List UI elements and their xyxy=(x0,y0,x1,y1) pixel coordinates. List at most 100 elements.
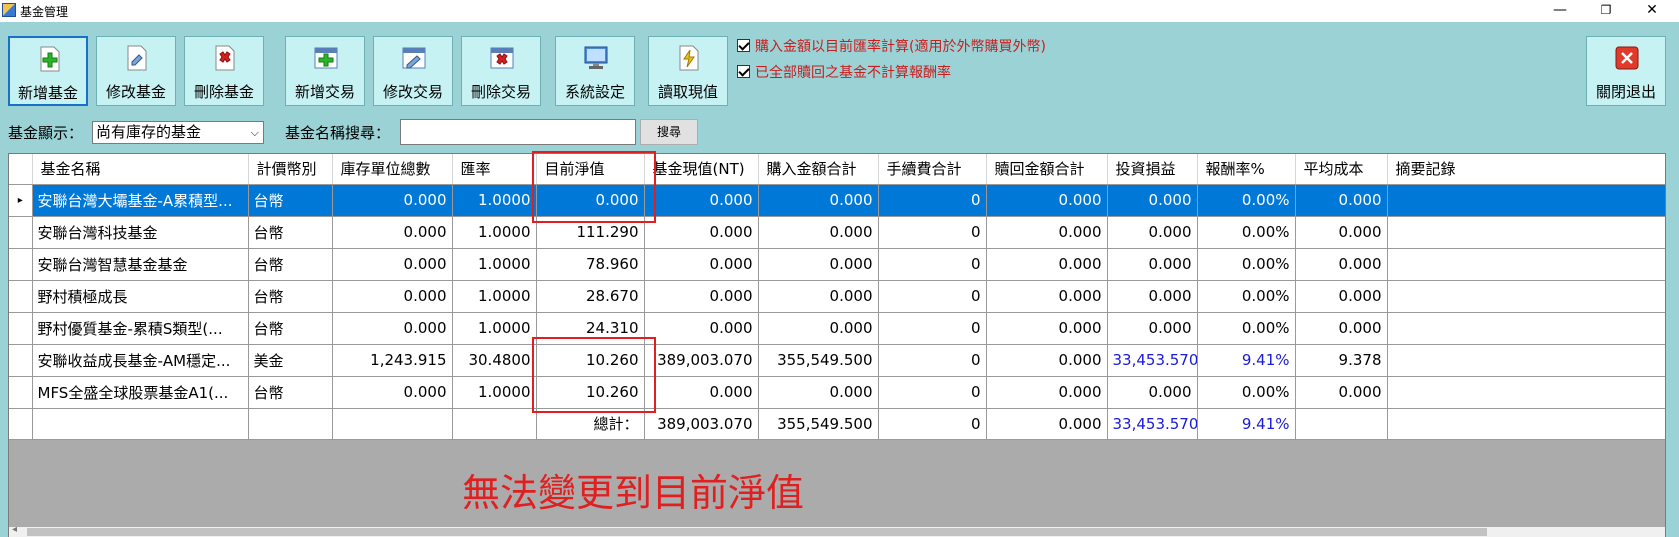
cell-redeem[interactable]: 0.000 xyxy=(986,344,1108,377)
checkbox-checked-icon[interactable] xyxy=(737,65,750,78)
cell-fx[interactable]: 1.0000 xyxy=(452,376,537,409)
cell-fx[interactable]: 1.0000 xyxy=(452,280,537,313)
maximize-button[interactable]: ❐ xyxy=(1583,0,1629,22)
cell-units[interactable]: 0.000 xyxy=(332,184,453,217)
checkbox-checked-icon[interactable] xyxy=(737,39,750,52)
cell-purchase[interactable]: 0.000 xyxy=(758,216,879,249)
column-header[interactable]: 投資損益 xyxy=(1107,154,1198,185)
table-row[interactable]: ▸ 安聯台灣大壩基金-A累積型... 台幣 0.000 1.0000 0.000 0.000… xyxy=(9,184,1665,217)
cell-redeem[interactable]: 0.000 xyxy=(986,376,1108,409)
cell-return[interactable]: 0.00% xyxy=(1197,280,1296,313)
cell-value-nt[interactable]: 0.000 xyxy=(644,312,759,345)
cell-memo[interactable] xyxy=(1387,312,1665,345)
row-header[interactable] xyxy=(9,248,33,281)
cell-name[interactable]: 安聯台灣科技基金 xyxy=(32,216,249,249)
cell-pnl[interactable]: 0.000 xyxy=(1107,248,1198,281)
cell-fee[interactable]: 0 xyxy=(878,376,987,409)
cell-purchase[interactable]: 0.000 xyxy=(758,280,879,313)
cell-fee[interactable]: 0 xyxy=(878,312,987,345)
cell-nav[interactable]: 78.960 xyxy=(536,248,645,281)
cell-fee[interactable]: 0 xyxy=(878,184,987,217)
cell-units[interactable]: 0.000 xyxy=(332,280,453,313)
minimize-button[interactable]: — xyxy=(1537,0,1583,22)
column-header[interactable]: 平均成本 xyxy=(1295,154,1388,185)
cell-pnl[interactable]: 0.000 xyxy=(1107,312,1198,345)
cell-currency[interactable]: 台幣 xyxy=(248,312,333,345)
cell-currency[interactable]: 台幣 xyxy=(248,280,333,313)
column-header[interactable]: 摘要記錄 xyxy=(1387,154,1665,185)
cell-avg-cost[interactable]: 0.000 xyxy=(1295,248,1388,281)
column-header[interactable]: 計價幣別 xyxy=(248,154,333,185)
horizontal-scrollbar[interactable]: ◂ xyxy=(9,524,1665,537)
scroll-left-icon[interactable]: ◂ xyxy=(12,524,17,535)
table-row[interactable]: 安聯台灣科技基金 台幣 0.000 1.0000 111.290 0.000 0.000 0 0… xyxy=(9,216,1665,249)
cell-avg-cost[interactable]: 9.378 xyxy=(1295,344,1388,377)
cell-value-nt[interactable]: 0.000 xyxy=(644,248,759,281)
cell-purchase[interactable]: 0.000 xyxy=(758,312,879,345)
column-header[interactable]: 匯率 xyxy=(452,154,537,185)
cell-avg-cost[interactable]: 0.000 xyxy=(1295,184,1388,217)
add-fund-button[interactable]: 新增基金 xyxy=(8,36,88,106)
cell-avg-cost[interactable]: 0.000 xyxy=(1295,312,1388,345)
edit-trade-button[interactable]: 修改交易 xyxy=(373,36,453,106)
cell-currency[interactable]: 台幣 xyxy=(248,248,333,281)
cell-fx[interactable]: 1.0000 xyxy=(452,312,537,345)
cell-name[interactable]: 野村積極成長 xyxy=(32,280,249,313)
cell-pnl[interactable]: 0.000 xyxy=(1107,280,1198,313)
scrollbar-thumb[interactable] xyxy=(27,528,1487,536)
cell-fee[interactable]: 0 xyxy=(878,344,987,377)
cell-value-nt[interactable]: 0.000 xyxy=(644,184,759,217)
cell-currency[interactable]: 台幣 xyxy=(248,184,333,217)
cell-return[interactable]: 0.00% xyxy=(1197,376,1296,409)
cell-redeem[interactable]: 0.000 xyxy=(986,248,1108,281)
cell-value-nt[interactable]: 0.000 xyxy=(644,216,759,249)
cell-fee[interactable]: 0 xyxy=(878,248,987,281)
row-header[interactable] xyxy=(9,312,33,345)
exclude-redeemed-checkbox[interactable]: 已全部贖回之基金不計算報酬率 xyxy=(737,62,951,82)
cell-units[interactable]: 1,243.915 xyxy=(332,344,453,377)
cell-purchase[interactable]: 0.000 xyxy=(758,376,879,409)
add-trade-button[interactable]: 新增交易 xyxy=(285,36,365,106)
row-header[interactable] xyxy=(9,344,33,377)
cell-redeem[interactable]: 0.000 xyxy=(986,312,1108,345)
cell-name[interactable]: MFS全盛全球股票基金A1(... xyxy=(32,376,249,409)
cell-fx[interactable]: 30.4800 xyxy=(452,344,537,377)
column-header[interactable]: 基金現值(NT) xyxy=(644,154,759,185)
cell-currency[interactable]: 台幣 xyxy=(248,376,333,409)
cell-redeem[interactable]: 0.000 xyxy=(986,216,1108,249)
cell-fee[interactable]: 0 xyxy=(878,216,987,249)
cell-purchase[interactable]: 0.000 xyxy=(758,248,879,281)
cell-name[interactable]: 安聯台灣智慧基金基金 xyxy=(32,248,249,281)
cell-avg-cost[interactable]: 0.000 xyxy=(1295,376,1388,409)
cell-name[interactable]: 野村優質基金-累積S類型(... xyxy=(32,312,249,345)
cell-units[interactable]: 0.000 xyxy=(332,312,453,345)
cell-pnl[interactable]: 33,453.570 xyxy=(1107,344,1198,377)
column-header[interactable]: 報酬率% xyxy=(1197,154,1296,185)
cell-memo[interactable] xyxy=(1387,184,1665,217)
column-header[interactable]: 手續費合計 xyxy=(878,154,987,185)
column-header[interactable]: 贖回金額合計 xyxy=(986,154,1108,185)
read-nav-button[interactable]: 讀取現值 xyxy=(648,36,728,106)
cell-return[interactable]: 9.41% xyxy=(1197,344,1296,377)
cell-name[interactable]: 安聯收益成長基金-AM穩定... xyxy=(32,344,249,377)
cell-units[interactable]: 0.000 xyxy=(332,376,453,409)
cell-avg-cost[interactable]: 0.000 xyxy=(1295,216,1388,249)
cell-pnl[interactable]: 0.000 xyxy=(1107,376,1198,409)
close-exit-button[interactable]: 關閉退出 xyxy=(1586,36,1666,106)
cell-memo[interactable] xyxy=(1387,280,1665,313)
cell-name[interactable]: 安聯台灣大壩基金-A累積型... xyxy=(32,184,249,217)
cell-purchase[interactable]: 355,549.500 xyxy=(758,344,879,377)
column-header[interactable]: 購入金額合計 xyxy=(758,154,879,185)
table-row[interactable]: 野村優質基金-累積S類型(... 台幣 0.000 1.0000 24.310 0.000… xyxy=(9,312,1665,345)
column-header[interactable]: 基金名稱 xyxy=(32,154,249,185)
cell-redeem[interactable]: 0.000 xyxy=(986,280,1108,313)
cell-fx[interactable]: 1.0000 xyxy=(452,216,537,249)
delete-fund-button[interactable]: 刪除基金 xyxy=(184,36,264,106)
cell-currency[interactable]: 台幣 xyxy=(248,216,333,249)
cell-return[interactable]: 0.00% xyxy=(1197,248,1296,281)
cell-memo[interactable] xyxy=(1387,376,1665,409)
row-header[interactable] xyxy=(9,376,33,409)
table-row[interactable]: 安聯台灣智慧基金基金 台幣 0.000 1.0000 78.960 0.000 0.000 0… xyxy=(9,248,1665,281)
cell-fx[interactable]: 1.0000 xyxy=(452,248,537,281)
cell-pnl[interactable]: 0.000 xyxy=(1107,184,1198,217)
